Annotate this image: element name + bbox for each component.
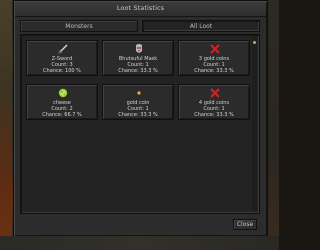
- loot-item-card[interactable]: 4 gold coins Count: 1 Chance: 33.3 %: [178, 84, 250, 120]
- vertical-scrollbar[interactable]: [252, 37, 257, 211]
- tab-all-loot[interactable]: All Loot: [142, 20, 260, 32]
- loot-item-card[interactable]: gold coin Count: 1 Chance: 33.3 %: [102, 84, 174, 120]
- loot-item-chance: Chance: 66.7 %: [42, 112, 82, 118]
- loot-list-panel: Z-Sword Count: 3 Chance: 100 % Bhutsuful…: [20, 34, 260, 214]
- scroll-indicator-icon: [253, 41, 256, 44]
- mask-icon: [132, 43, 146, 55]
- loot-item-card[interactable]: 3 gold coins Count: 1 Chance: 33.3 %: [178, 40, 250, 76]
- game-map-right-edge: [267, 0, 279, 250]
- loot-grid: Z-Sword Count: 3 Chance: 100 % Bhutsuful…: [26, 40, 250, 120]
- loot-item-chance: Chance: 33.3 %: [194, 68, 234, 74]
- loot-statistics-window: Loot Statistics Monsters All Loot Z-Swor…: [13, 0, 268, 237]
- loot-item-chance: Chance: 33.3 %: [118, 112, 158, 118]
- window-title: Loot Statistics: [116, 4, 165, 12]
- loot-item-card[interactable]: Z-Sword Count: 3 Chance: 100 %: [26, 40, 98, 76]
- cheese-icon: [56, 87, 70, 99]
- tab-monsters[interactable]: Monsters: [20, 20, 138, 32]
- loot-item-chance: Chance: 33.3 %: [194, 112, 234, 118]
- sword-icon: [56, 43, 70, 55]
- game-bottom-strip: [0, 236, 279, 250]
- missing-x-icon: [208, 43, 222, 55]
- loot-item-card[interactable]: cheese Count: 2 Chance: 66.7 %: [26, 84, 98, 120]
- loot-item-chance: Chance: 100 %: [43, 68, 81, 74]
- close-button[interactable]: Close: [233, 219, 257, 230]
- loot-item-chance: Chance: 33.3 %: [118, 68, 158, 74]
- game-map-left-edge: [0, 0, 12, 250]
- missing-x-icon: [208, 87, 222, 99]
- gold-coin-icon: [132, 87, 146, 99]
- tab-bar: Monsters All Loot: [20, 20, 260, 32]
- window-titlebar[interactable]: Loot Statistics: [15, 2, 266, 17]
- loot-item-card[interactable]: Bhutsuful Mask Count: 1 Chance: 33.3 %: [102, 40, 174, 76]
